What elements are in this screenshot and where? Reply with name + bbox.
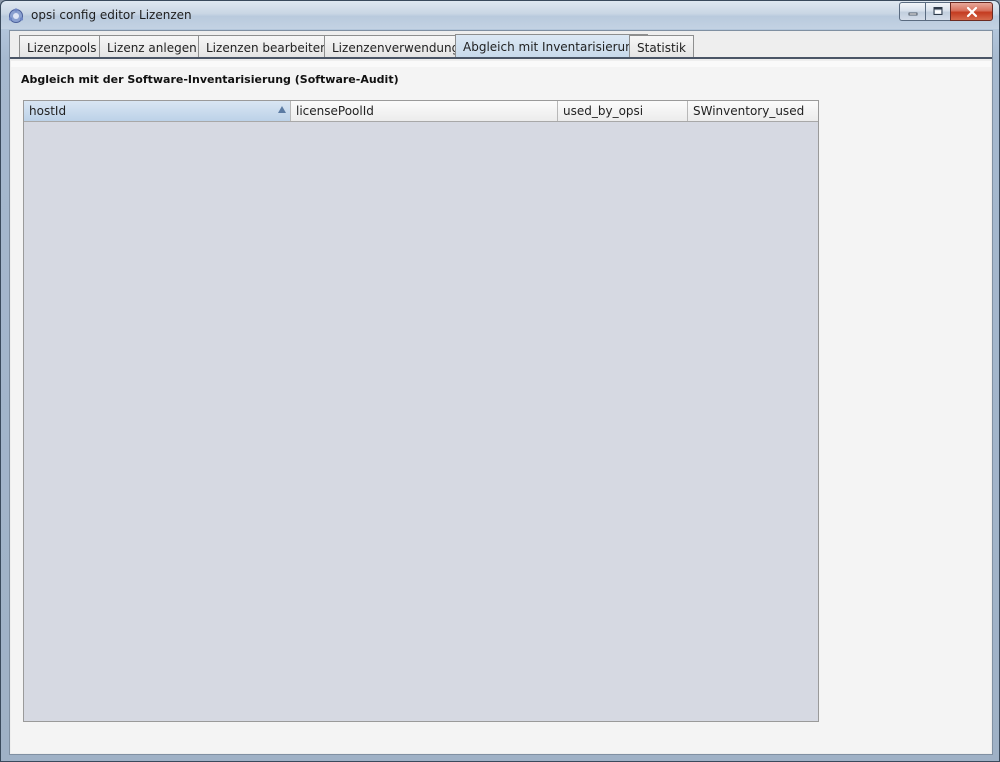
tab-divider [10,57,992,59]
table-header: hostId licensePoolId used_by_opsi SWinve… [24,101,818,122]
close-icon [966,6,977,17]
client-area: Lizenzpools Lizenz anlegen Lizenzen bear… [9,30,993,755]
tab-statistik[interactable]: Statistik [629,35,694,59]
audit-table[interactable]: hostId licensePoolId used_by_opsi SWinve… [23,100,819,722]
minimize-button[interactable] [899,2,925,21]
sort-ascending-icon [278,106,286,113]
column-header-label: used_by_opsi [563,104,644,118]
close-button[interactable] [950,2,993,21]
column-header-hostid[interactable]: hostId [24,101,291,121]
column-header-label: SWinventory_used [693,104,805,118]
window-controls [899,2,993,22]
tab-panel-abgleich: Abgleich mit der Software-Inventarisieru… [11,61,991,753]
column-header-used-by-opsi[interactable]: used_by_opsi [558,101,688,121]
minimize-icon [908,12,917,15]
tab-lizenzen-bearbeiten[interactable]: Lizenzen bearbeiten [198,35,336,59]
tab-lizenzpools[interactable]: Lizenzpools [19,35,105,59]
column-header-licensepoolid[interactable]: licensePoolId [291,101,558,121]
maximize-button[interactable] [925,2,950,21]
panel-title: Abgleich mit der Software-Inventarisieru… [21,73,399,86]
maximize-icon [933,7,943,15]
tab-bar: Lizenzpools Lizenz anlegen Lizenzen bear… [10,31,992,59]
tab-label: Abgleich mit Inventarisierung [463,40,641,54]
tab-label: Lizenzen bearbeiten [206,40,328,55]
tab-lizenz-anlegen[interactable]: Lizenz anlegen [99,35,205,59]
window-title: opsi config editor Lizenzen [31,8,192,22]
opsi-app-icon [8,8,24,23]
column-header-label: licensePoolId [296,104,374,118]
tab-label: Lizenzpools [27,40,97,55]
tab-lizenzenverwendung[interactable]: Lizenzenverwendung [324,35,468,59]
app-window: opsi config editor Lizenzen Lizenzpools … [0,0,1000,762]
tab-label: Statistik [637,40,686,55]
column-header-label: hostId [29,104,67,118]
tab-label: Lizenz anlegen [107,40,197,55]
tab-label: Lizenzenverwendung [332,40,460,55]
tab-abgleich-mit-inventarisierung[interactable]: Abgleich mit Inventarisierung [455,34,649,59]
column-header-swinventory-used[interactable]: SWinventory_used [688,101,818,121]
table-body[interactable] [24,123,818,721]
title-bar[interactable]: opsi config editor Lizenzen [1,1,999,29]
